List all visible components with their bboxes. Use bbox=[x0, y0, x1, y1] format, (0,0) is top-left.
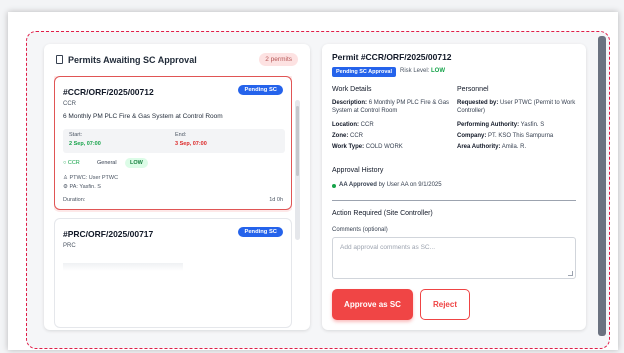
user-icon: ♙ bbox=[63, 175, 68, 181]
history-item: AA Approved by User AA on 9/1/2025 bbox=[339, 182, 442, 188]
permit-id: #PRC/ORF/2025/00717 bbox=[63, 229, 154, 239]
area-value: Amila. R. bbox=[501, 144, 527, 150]
content-fade bbox=[63, 263, 183, 271]
status-badge: Pending SC bbox=[238, 227, 283, 237]
permit-card[interactable]: #PRC/ORF/2025/00717 Pending SC PRC bbox=[54, 218, 292, 328]
performer-text: PA: Yasfin. S bbox=[69, 184, 101, 190]
work-type-value: COLD WORK bbox=[365, 144, 403, 150]
duration-label: Duration: bbox=[63, 197, 86, 203]
history-status-dot bbox=[332, 184, 336, 188]
zone-row: Zone: CCR bbox=[332, 132, 363, 140]
comments-label: Comments (optional) bbox=[332, 227, 388, 233]
company-value: PT. KSO This Sampurna bbox=[488, 133, 554, 139]
permit-count-badge: 2 permits bbox=[259, 53, 298, 66]
requester-text: PTWC: User PTWC bbox=[69, 175, 119, 181]
risk-label: Risk Level: bbox=[400, 68, 430, 74]
description-row: Description: 6 Monthly PM PLC Fire & Gas… bbox=[332, 99, 450, 115]
location-value: CCR bbox=[360, 122, 374, 128]
start-value: 2 Sep, 07:00 bbox=[69, 141, 101, 147]
permits-list: #CCR/ORF/2025/00712 Pending SC CCR 6 Mon… bbox=[54, 76, 292, 328]
history-item-status: AA Approved bbox=[339, 182, 377, 188]
location-label: Location: bbox=[332, 122, 359, 128]
permit-time-window: Start: 2 Sep, 07:00 End: 3 Sep, 07:00 bbox=[63, 129, 285, 153]
company-row: Company: PT. KSO This Sampurna bbox=[457, 132, 553, 140]
permit-id: #CCR/ORF/2025/00712 bbox=[63, 87, 154, 97]
reject-button[interactable]: Reject bbox=[420, 289, 470, 320]
status-badge: Pending SC bbox=[238, 85, 283, 95]
performing-label: Performing Authority: bbox=[457, 122, 520, 128]
start-label: Start: bbox=[69, 132, 83, 138]
permit-location-code: PRC bbox=[63, 243, 76, 249]
duration-value: 1d 0h bbox=[269, 197, 283, 203]
permit-detail-panel: Permit #CCR/ORF/2025/00712 Pending SC Ap… bbox=[322, 44, 586, 330]
approve-as-sc-button[interactable]: Approve as SC bbox=[332, 289, 413, 320]
permit-location-code: CCR bbox=[63, 101, 76, 107]
clipboard-icon bbox=[56, 55, 63, 64]
description-label: Description: bbox=[332, 100, 368, 106]
performing-authority-row: Performing Authority: Yasfin. S bbox=[457, 121, 544, 129]
zone-label: Zone: bbox=[332, 133, 349, 139]
end-value: 3 Sep, 07:00 bbox=[175, 141, 207, 147]
area-label: Area Authority: bbox=[457, 144, 501, 150]
requested-by-row: Requested by: User PTWC (Permit to Work … bbox=[457, 99, 579, 115]
history-item-detail: by User AA on 9/1/2025 bbox=[378, 182, 442, 188]
work-details-heading: Work Details bbox=[332, 86, 372, 93]
permit-description: 6 Monthly PM PLC Fire & Gas System at Co… bbox=[63, 113, 223, 120]
page-scrollbar[interactable] bbox=[598, 36, 606, 336]
permit-card-selected[interactable]: #CCR/ORF/2025/00712 Pending SC CCR 6 Mon… bbox=[54, 76, 292, 210]
location-row: Location: CCR bbox=[332, 121, 374, 129]
work-type-row: Work Type: COLD WORK bbox=[332, 143, 403, 151]
end-label: End: bbox=[175, 132, 187, 138]
location-tag: ○ CCR bbox=[63, 160, 80, 166]
risk-tag: LOW bbox=[125, 158, 148, 168]
type-tag: General bbox=[97, 160, 117, 166]
permits-list-header: Permits Awaiting SC Approval 2 permits bbox=[56, 53, 298, 69]
permits-list-panel: Permits Awaiting SC Approval 2 permits #… bbox=[44, 44, 310, 330]
work-type-label: Work Type: bbox=[332, 144, 365, 150]
approval-history-heading: Approval History bbox=[332, 167, 384, 174]
requester-line: ♙ PTWC: User PTWC bbox=[63, 175, 118, 181]
action-required-heading: Action Required (Site Controller) bbox=[332, 210, 433, 217]
performing-value: Yasfin. S bbox=[520, 122, 545, 128]
area-authority-row: Area Authority: Amila. R. bbox=[457, 143, 526, 151]
zone-value: CCR bbox=[350, 133, 364, 139]
gear-icon: ⚙ bbox=[63, 184, 68, 190]
risk-value: LOW bbox=[431, 68, 446, 74]
list-scrollbar-thumb[interactable] bbox=[296, 106, 299, 176]
section-divider bbox=[332, 200, 576, 201]
detail-status-badge: Pending SC Approval bbox=[332, 67, 397, 77]
location-tag-text: CCR bbox=[67, 160, 80, 166]
requested-by-label: Requested by: bbox=[457, 100, 499, 106]
performer-line: ⚙ PA: Yasfin. S bbox=[63, 184, 101, 190]
comments-textarea[interactable]: Add approval comments as SC... bbox=[332, 237, 576, 279]
personnel-heading: Personnel bbox=[457, 86, 489, 93]
company-label: Company: bbox=[457, 133, 487, 139]
detail-title: Permit #CCR/ORF/2025/00712 bbox=[332, 52, 452, 62]
resize-handle-icon[interactable] bbox=[568, 271, 573, 276]
detail-risk-level: Risk Level: LOW bbox=[400, 68, 445, 74]
comments-placeholder: Add approval comments as SC... bbox=[340, 244, 436, 251]
permits-list-title: Permits Awaiting SC Approval bbox=[68, 55, 197, 65]
location-pin-icon: ○ bbox=[63, 160, 67, 166]
